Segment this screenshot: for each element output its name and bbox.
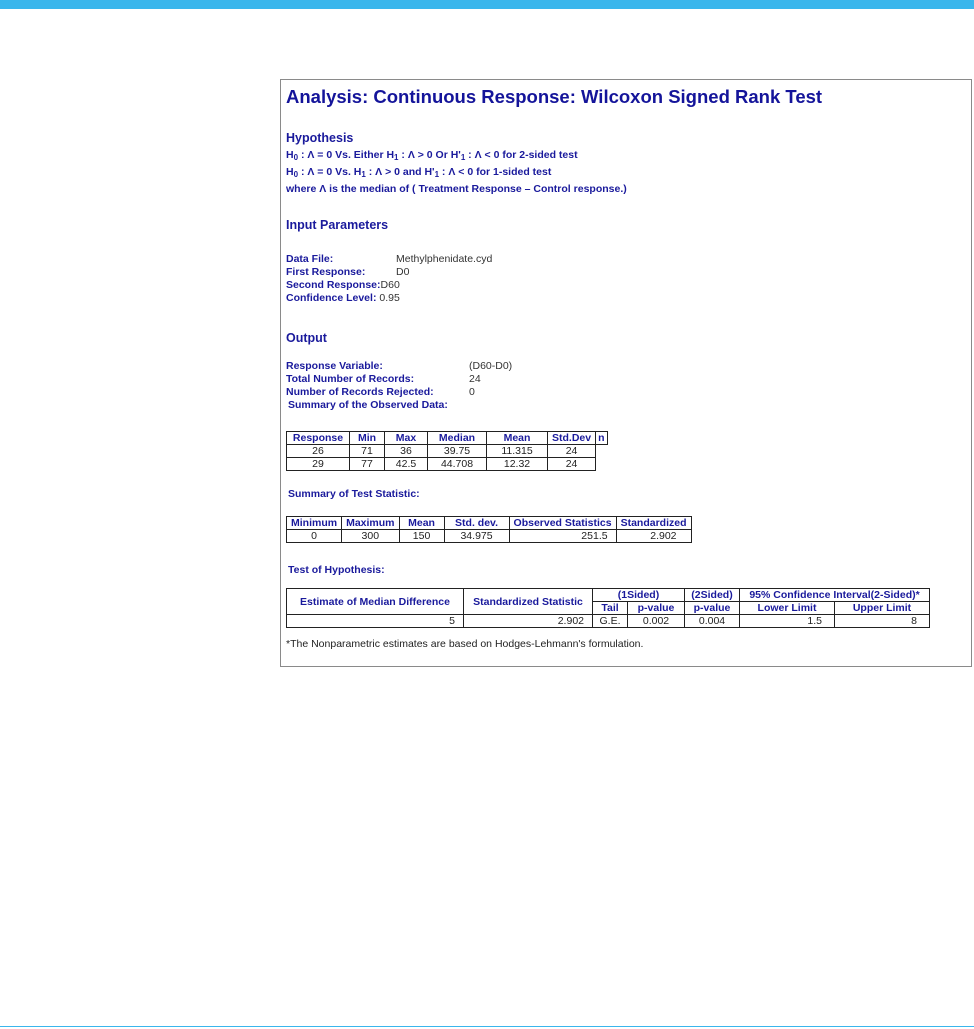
test-of-hypothesis-heading: Test of Hypothesis:	[288, 564, 385, 576]
column-header: Standardized Statistic	[463, 588, 593, 615]
data-file-row: Data File: Methylphenidate.cyd	[286, 252, 492, 266]
table-cell: 0.002	[627, 614, 685, 628]
confidence-level-label: Confidence Level:	[286, 292, 377, 304]
column-header: Mean	[398, 516, 445, 530]
records-rejected-value: 0	[469, 386, 475, 398]
output-heading: Output	[286, 331, 327, 345]
test-statistic-heading: Summary of Test Statistic:	[288, 488, 420, 500]
column-header: Maximum	[341, 516, 400, 530]
records-rejected-label: Number of Records Rejected:	[286, 386, 434, 398]
second-response-row: Second Response:D60	[286, 278, 400, 292]
column-header: Mean	[486, 431, 548, 445]
input-parameters-heading: Input Parameters	[286, 218, 389, 232]
table-cell: 24	[546, 457, 597, 471]
table-cell: 39.75	[427, 444, 487, 458]
table-cell: 44.708	[427, 457, 487, 471]
table-cell: 11.315	[486, 444, 548, 458]
table-header-row: Estimate of Median Difference Standardiz…	[286, 588, 930, 615]
column-header: Estimate of Median Difference	[286, 588, 464, 615]
column-header: (2Sided)	[684, 588, 740, 602]
total-records-row: Total Number of Records: 24	[286, 372, 481, 386]
table-row: 5 2.902 G.E. 0.002 0.004 1.5 8	[286, 614, 930, 628]
top-accent-bar	[0, 0, 974, 9]
records-rejected-row: Number of Records Rejected: 0	[286, 385, 475, 399]
column-header: p-value	[627, 601, 685, 615]
observed-data-table: Response Min Max Median Mean Std.Dev n 2…	[286, 431, 608, 471]
column-header: Minimum	[285, 516, 343, 530]
table-cell: 8	[834, 614, 930, 628]
test-statistic-table: Minimum Maximum Mean Std. dev. Observed …	[285, 516, 692, 543]
column-header: Observed Statistics	[508, 516, 617, 530]
table-cell: 0	[285, 529, 343, 543]
column-header: Std.Dev	[546, 431, 597, 445]
summary-observed-label: Summary of the Observed Data:	[288, 399, 448, 411]
table-cell: 150	[398, 529, 445, 543]
column-header: n	[595, 431, 608, 445]
table-cell: 2.902	[463, 614, 593, 628]
hypothesis-heading: Hypothesis	[286, 131, 354, 145]
confidence-level-value: 0.95	[379, 292, 400, 304]
table-row: 26 71 36 39.75 11.315 24	[286, 444, 608, 458]
column-header: Upper Limit	[834, 601, 930, 615]
table-cell: 77	[349, 457, 385, 471]
response-variable-row: Response Variable: (D60-D0)	[286, 359, 512, 373]
table-cell: 42.5	[384, 457, 428, 471]
footnote: *The Nonparametric estimates are based o…	[286, 638, 644, 650]
column-header: 95% Confidence Interval(2-Sided)*	[739, 588, 930, 602]
column-header: Std. dev.	[443, 516, 510, 530]
data-file-label: Data File:	[286, 253, 334, 265]
column-header: p-value	[684, 601, 740, 615]
column-header: Max	[384, 431, 428, 445]
report-panel: Analysis: Continuous Response: Wilcoxon …	[280, 79, 972, 667]
total-records-label: Total Number of Records:	[286, 373, 415, 385]
table-cell: 12.32	[486, 457, 548, 471]
hypothesis-line-2: H0 : Λ = 0 Vs. H1 : Λ > 0 and H'1 : Λ < …	[286, 166, 552, 179]
column-header: (1Sided)	[592, 588, 685, 602]
second-response-label: Second Response:	[286, 279, 381, 291]
hypothesis-line-1: H0 : Λ = 0 Vs. Either H1 : Λ > 0 Or H'1 …	[286, 149, 578, 162]
response-variable-value: (D60-D0)	[469, 360, 513, 372]
table-cell: 36	[384, 444, 428, 458]
data-file-value: Methylphenidate.cyd	[396, 253, 493, 265]
table-row: 29 77 42.5 44.708 12.32 24	[286, 457, 608, 471]
table-cell: 1.5	[739, 614, 835, 628]
confidence-level-row: Confidence Level: 0.95	[286, 291, 400, 305]
column-header: Min	[349, 431, 385, 445]
total-records-value: 24	[469, 373, 481, 385]
table-cell: 34.975	[443, 529, 510, 543]
table-cell: 26	[286, 444, 350, 458]
bottom-accent-line	[0, 1026, 974, 1027]
table-cell: 251.5	[508, 529, 617, 543]
table-row: 0 300 150 34.975 251.5 2.902	[285, 529, 692, 543]
table-cell: G.E.	[592, 614, 628, 628]
table-cell: 71	[349, 444, 385, 458]
column-header: Lower Limit	[739, 601, 835, 615]
test-of-hypothesis-table: Estimate of Median Difference Standardiz…	[286, 588, 930, 628]
first-response-label: First Response:	[286, 266, 366, 278]
table-header-row: Response Min Max Median Mean Std.Dev n	[286, 431, 608, 445]
table-cell: 24	[546, 444, 597, 458]
response-variable-label: Response Variable:	[286, 360, 383, 372]
report-title: Analysis: Continuous Response: Wilcoxon …	[286, 86, 823, 107]
column-header: Response	[286, 431, 350, 445]
table-cell: 0.004	[684, 614, 740, 628]
second-response-value: D60	[380, 279, 400, 291]
hypothesis-line-3: where Λ is the median of ( Treatment Res…	[286, 183, 627, 195]
first-response-row: First Response: D0	[286, 265, 409, 279]
first-response-value: D0	[396, 266, 410, 278]
table-cell: 29	[286, 457, 350, 471]
table-header-row: Minimum Maximum Mean Std. dev. Observed …	[285, 516, 692, 530]
table-cell: 5	[286, 614, 464, 628]
column-header: Standardized	[615, 516, 692, 530]
table-cell: 2.902	[615, 529, 692, 543]
column-header: Tail	[592, 601, 628, 615]
column-header: Median	[427, 431, 487, 445]
table-cell: 300	[341, 529, 400, 543]
